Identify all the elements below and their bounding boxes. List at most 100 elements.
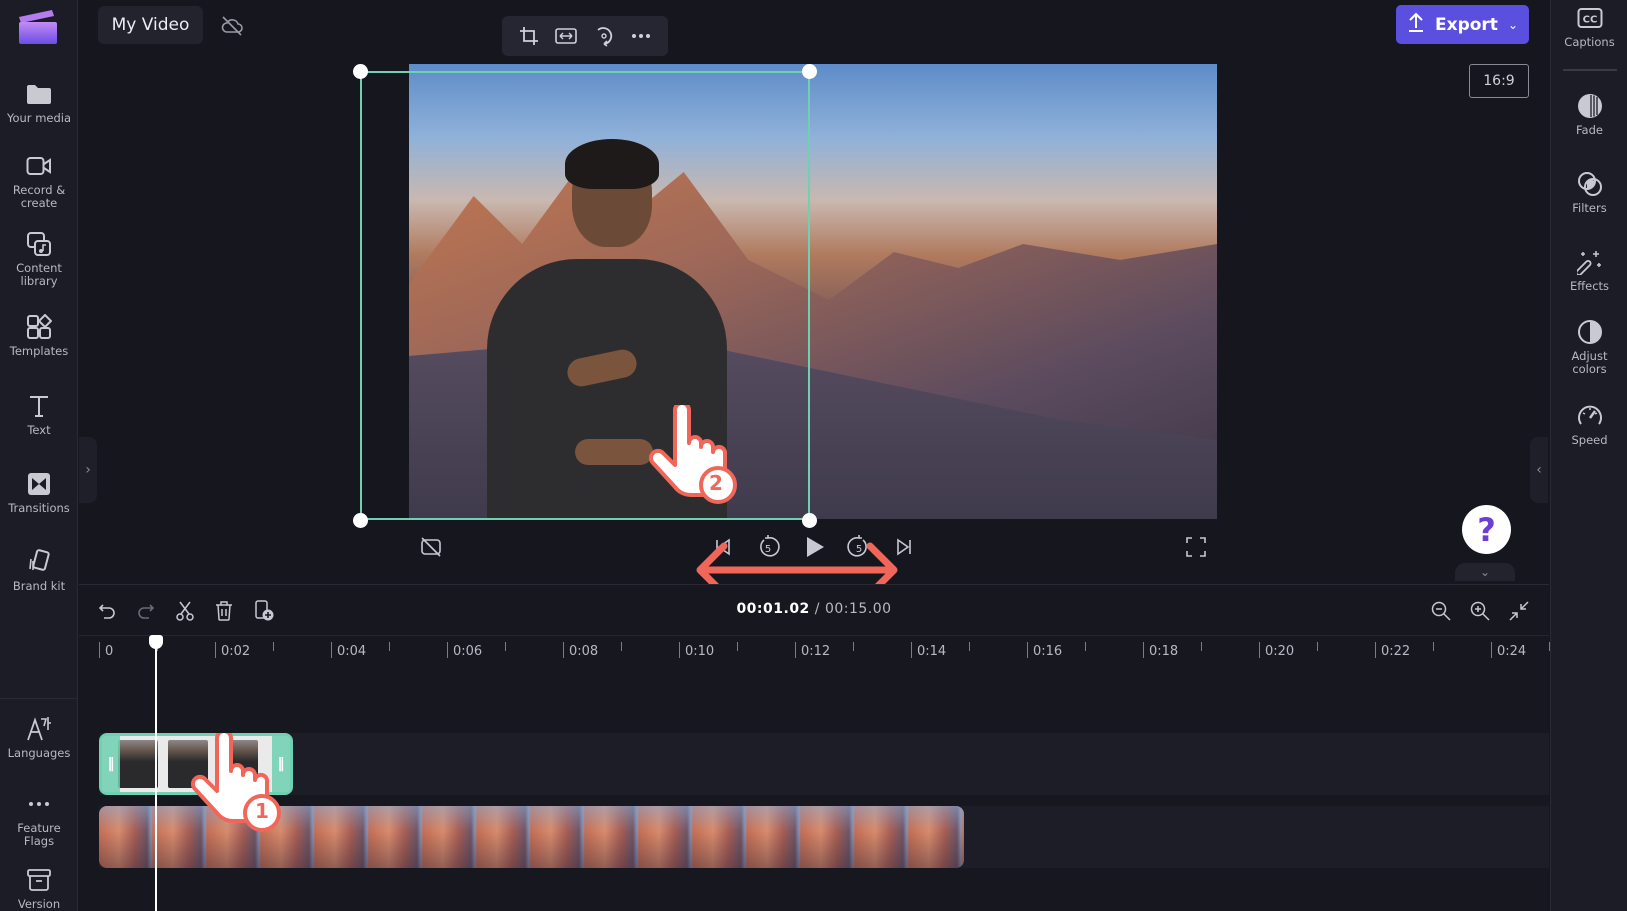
selection-box[interactable] [360, 71, 810, 520]
templates-icon [25, 313, 53, 341]
background-video-clip[interactable] [99, 806, 964, 868]
fade-icon [1576, 92, 1604, 120]
filters-icon [1576, 170, 1604, 198]
ruler-label: 0:18 [1149, 644, 1179, 659]
timeline-ruler[interactable]: 0 0:02 0:04 0:06 0:08 0:10 0:12 0:14 0:16 0:18 0:2… [79, 635, 1550, 663]
ruler-label: 0 [105, 644, 114, 659]
left-sidebar: Your media Record & create Content libra… [0, 0, 78, 911]
trim-handle-right[interactable]: ‖ [272, 736, 290, 792]
cloud-off-icon[interactable] [220, 14, 244, 38]
sidebar-item-label: Templates [9, 344, 69, 358]
resize-handle-top-right[interactable] [802, 64, 817, 79]
ruler-label: 0:06 [453, 644, 483, 659]
ruler-tick [1491, 642, 1492, 658]
sidebar-item-filters[interactable]: Filters [1551, 170, 1627, 215]
timeline-panel: 00:01.02 / 00:15.00 0 0:02 0:04 0:06 0:08 0:1… [79, 584, 1550, 911]
help-button[interactable]: ? [1462, 505, 1511, 554]
ruler-minor-tick [621, 642, 622, 651]
collapse-preview-button[interactable]: ⌄ [1455, 563, 1515, 581]
sidebar-divider [0, 698, 78, 699]
ruler-tick [679, 642, 680, 658]
sidebar-item-label: Fade [1576, 123, 1603, 137]
playhead[interactable] [155, 639, 157, 911]
sidebar-item-languages[interactable]: Languages [0, 715, 78, 760]
expand-left-panel-button[interactable]: › [79, 437, 97, 503]
ruler-label: 0:12 [801, 644, 831, 659]
rewind-5-icon[interactable]: 5 [754, 533, 782, 561]
resize-handle-bottom-left[interactable] [353, 513, 368, 528]
crop-icon[interactable] [516, 23, 542, 49]
sidebar-item-transitions[interactable]: Transitions [0, 470, 78, 515]
brand-kit-icon [25, 548, 53, 576]
ruler-tick [563, 642, 564, 658]
forward-5-icon[interactable]: 5 [845, 533, 873, 561]
sidebar-item-your-media[interactable]: Your media [0, 80, 78, 125]
effects-icon [1576, 248, 1604, 276]
clip-thumbnail [118, 740, 158, 788]
sidebar-item-templates[interactable]: Templates [0, 313, 78, 358]
sidebar-item-label: Version [17, 897, 61, 911]
ruler-label: 0:02 [221, 644, 251, 659]
ruler-minor-tick [737, 642, 738, 651]
folder-icon [25, 80, 53, 108]
avatar-clip[interactable]: ‖ ‖ [99, 733, 293, 795]
ruler-label: 0:08 [569, 644, 599, 659]
sidebar-item-version[interactable]: Version [0, 866, 78, 911]
trim-handle-left[interactable]: ‖ [102, 736, 120, 792]
sidebar-item-speed[interactable]: Speed [1551, 402, 1627, 447]
playhead-handle[interactable] [149, 635, 163, 649]
speed-icon [1576, 402, 1604, 430]
app-logo[interactable] [18, 8, 58, 44]
aspect-ratio-button[interactable]: 16:9 [1469, 64, 1529, 98]
sidebar-item-brand-kit[interactable]: Brand kit [0, 548, 78, 593]
resize-handle-bottom-right[interactable] [802, 513, 817, 528]
time-readout: 00:01.02 / 00:15.00 [79, 601, 1549, 617]
play-button[interactable] [801, 533, 829, 561]
zoom-out-icon[interactable] [1428, 598, 1454, 624]
fit-icon[interactable] [553, 23, 579, 49]
sidebar-item-label: Feature Flags [17, 821, 61, 848]
ruler-minor-tick [1433, 642, 1434, 651]
ruler-minor-tick [1085, 642, 1086, 651]
more-icon [25, 790, 53, 818]
zoom-in-icon[interactable] [1467, 598, 1493, 624]
adjust-colors-icon [1576, 318, 1604, 346]
captions-off-icon[interactable] [417, 533, 445, 561]
sidebar-item-effects[interactable]: Effects [1551, 248, 1627, 293]
sidebar-item-text[interactable]: Text [0, 392, 78, 437]
total-duration: 00:15.00 [824, 601, 892, 617]
svg-text:5: 5 [765, 544, 771, 555]
fit-timeline-icon[interactable] [1506, 598, 1532, 624]
ruler-label: 0:22 [1381, 644, 1411, 659]
expand-right-panel-button[interactable]: ‹ [1530, 437, 1548, 503]
sidebar-item-label: Effects [1569, 279, 1610, 293]
skip-to-end-icon[interactable] [890, 533, 918, 561]
ruler-tick [1259, 642, 1260, 658]
transitions-icon [25, 470, 53, 498]
rotate-icon[interactable] [591, 23, 617, 49]
sidebar-item-feature-flags[interactable]: Feature Flags [0, 790, 78, 848]
resize-handle-top-left[interactable] [353, 64, 368, 79]
ruler-label: 0:24 [1497, 644, 1527, 659]
archive-icon [25, 866, 53, 894]
ruler-tick [795, 642, 796, 658]
ruler-minor-tick [1317, 642, 1318, 651]
upload-icon [1407, 11, 1425, 38]
export-button[interactable]: Export ⌄ [1396, 5, 1529, 44]
sidebar-item-fade[interactable]: Fade [1551, 92, 1627, 137]
ruler-tick [99, 642, 100, 658]
svg-text:CC: CC [1582, 15, 1597, 26]
sidebar-item-label: Adjust colors [1571, 349, 1608, 376]
sidebar-item-captions[interactable]: CC Captions [1551, 4, 1627, 49]
sidebar-item-adjust-colors[interactable]: Adjust colors [1551, 318, 1627, 376]
sidebar-item-label: Filters [1572, 201, 1607, 215]
sidebar-item-record-create[interactable]: Record & create [0, 152, 78, 210]
more-options-icon[interactable] [628, 23, 654, 49]
sidebar-item-content-library[interactable]: Content library [0, 230, 78, 288]
sidebar-item-label: Languages [7, 746, 71, 760]
skip-to-start-icon[interactable] [709, 533, 737, 561]
video-camera-icon [25, 152, 53, 180]
ruler-tick [447, 642, 448, 658]
project-title[interactable]: My Video [98, 6, 203, 44]
fullscreen-icon[interactable] [1182, 533, 1210, 561]
